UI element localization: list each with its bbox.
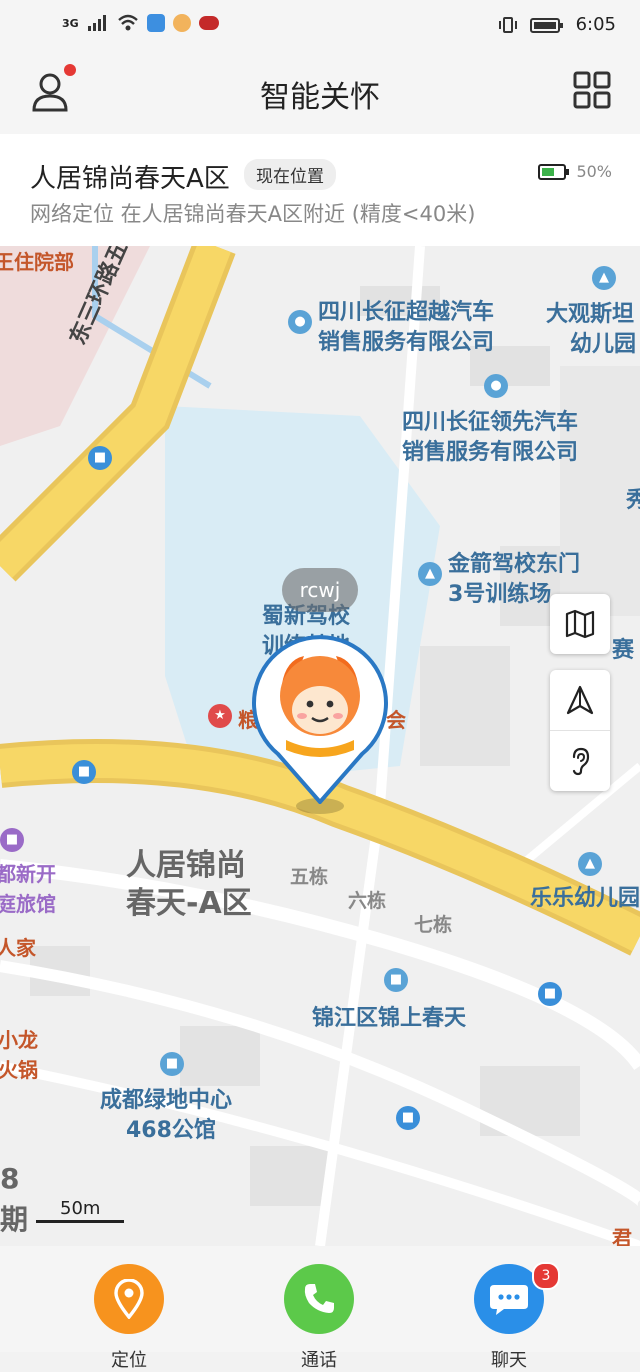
kindergarten-icon[interactable]: ▲ (592, 266, 616, 290)
map-layer-control (550, 594, 610, 654)
bus-stop-icon[interactable]: ■ (72, 760, 96, 784)
call-button[interactable] (284, 1264, 354, 1334)
map-label-chaoyue-2: 销售服务有限公司 (318, 330, 495, 355)
map-label-lingxian-1: 四川长征领先汽车 (402, 410, 579, 435)
phone-icon (304, 1284, 334, 1313)
grid-menu-icon[interactable] (572, 70, 612, 110)
map-label-daguan-1: 大观斯坦 (546, 302, 635, 327)
star-poi-icon[interactable]: ★ (208, 704, 232, 728)
chat-unread-badge: 3 (532, 1262, 560, 1290)
map-label-xiaolong-2: 火锅 (0, 1058, 38, 1082)
device-marker-label: rcwj (282, 568, 358, 612)
location-pin-icon (114, 1279, 144, 1319)
device-battery-percent: 50% (576, 162, 612, 181)
map-label-hospital: 王住院部 (0, 250, 74, 274)
app-icon-orange (172, 14, 191, 32)
map-label-bldg-6: 六栋 (348, 890, 387, 912)
map-label-bldg-7: 七栋 (414, 914, 453, 936)
map-view[interactable]: 王住院部 东三环路五段 ● 四川长征超越汽车 销售服务有限公司 ▲ 大观斯坦 幼… (0, 246, 640, 1246)
training-ground-icon[interactable]: ▲ (418, 562, 442, 586)
map-scale-label: 50m (60, 1198, 101, 1219)
map-layer-button[interactable] (550, 594, 610, 654)
device-battery-icon (538, 163, 570, 180)
clock: 6:05 (575, 14, 616, 35)
map-label-jinjian-2: 3号训练场 (448, 582, 552, 607)
wifi-icon (117, 14, 138, 31)
map-label-renjia: 人家 (0, 936, 36, 960)
map-label-jinjiang: 锦江区锦上春天 (312, 1006, 467, 1031)
vibrate-icon (498, 16, 517, 33)
map-label-8: 8 (0, 1162, 20, 1195)
ear-icon (572, 747, 590, 776)
huawei-icon (198, 16, 219, 30)
map-scale-bar (36, 1220, 124, 1223)
map-label-qi: 期 (0, 1203, 29, 1236)
status-bar: 3G 6:05 (0, 0, 640, 50)
map-nav-controls (550, 670, 610, 791)
location-detail: 网络定位 在人居锦尚春天A区附近 (精度<40米) (30, 202, 476, 226)
bus-stop-icon[interactable]: ■ (88, 446, 112, 470)
map-label-dudu-1: 都新开 (0, 862, 56, 886)
chat-bubble-icon (490, 1285, 528, 1315)
map-label-xiu: 秀 (626, 488, 640, 513)
device-battery: 50% (538, 162, 612, 181)
map-label-lele: 乐乐幼儿园 (530, 886, 640, 911)
bus-stop-icon[interactable]: ■ (396, 1106, 420, 1130)
building-icon[interactable]: ■ (384, 968, 408, 992)
map-label-sai: 赛 (612, 638, 635, 663)
map-label-lingxian-2: 销售服务有限公司 (402, 440, 579, 465)
current-location-tag: 现在位置 (244, 159, 336, 190)
map-label-xiaolong-1: 小龙 (0, 1028, 38, 1052)
network-label: 3G (62, 16, 79, 30)
kindergarten-icon[interactable]: ▲ (578, 852, 602, 876)
map-label-daguan-2: 幼儿园 (570, 332, 637, 357)
car-dealer-icon[interactable]: ● (484, 374, 508, 398)
locate-label: 定位 (111, 1350, 147, 1371)
compass-button[interactable] (550, 670, 610, 731)
map-label-dudu-2: 庭旅馆 (0, 892, 56, 916)
map-label-jun: 君 (612, 1226, 632, 1246)
page-title: 智能关怀 (260, 80, 380, 115)
call-label: 通话 (301, 1350, 337, 1371)
locate-button[interactable] (94, 1264, 164, 1334)
map-label-lvdi-2: 468公馆 (126, 1118, 216, 1143)
map-label-lvdi-1: 成都绿地中心 (100, 1088, 233, 1113)
car-dealer-icon[interactable]: ● (288, 310, 312, 334)
building-icon[interactable]: ■ (160, 1052, 184, 1076)
title-bar: 智能关怀 (0, 50, 640, 134)
navigation-arrow-icon (566, 685, 594, 715)
signal-icon (87, 15, 106, 31)
map-label-renju-2: 春天-A区 (126, 886, 252, 921)
listen-button[interactable] (550, 731, 610, 791)
bottom-nav: 定位 通话 3 聊天 (0, 1246, 640, 1371)
chat-label: 聊天 (491, 1350, 527, 1371)
map-label-jinjian-1: 金箭驾校东门 (448, 552, 581, 577)
bus-stop-icon[interactable]: ■ (538, 982, 562, 1006)
map-label-chaoyue-1: 四川长征超越汽车 (318, 300, 495, 325)
location-card: 人居锦尚春天A区 现在位置 50% 网络定位 在人居锦尚春天A区附近 (精度<4… (0, 134, 640, 246)
location-name: 人居锦尚春天A区 (30, 164, 230, 194)
device-location-marker[interactable] (250, 632, 390, 804)
hotel-icon[interactable]: ■ (0, 828, 24, 852)
map-label-bldg-5: 五栋 (290, 866, 329, 888)
map-layer-icon (565, 609, 595, 639)
app-icon-blue (146, 14, 165, 32)
battery-icon (529, 17, 563, 33)
